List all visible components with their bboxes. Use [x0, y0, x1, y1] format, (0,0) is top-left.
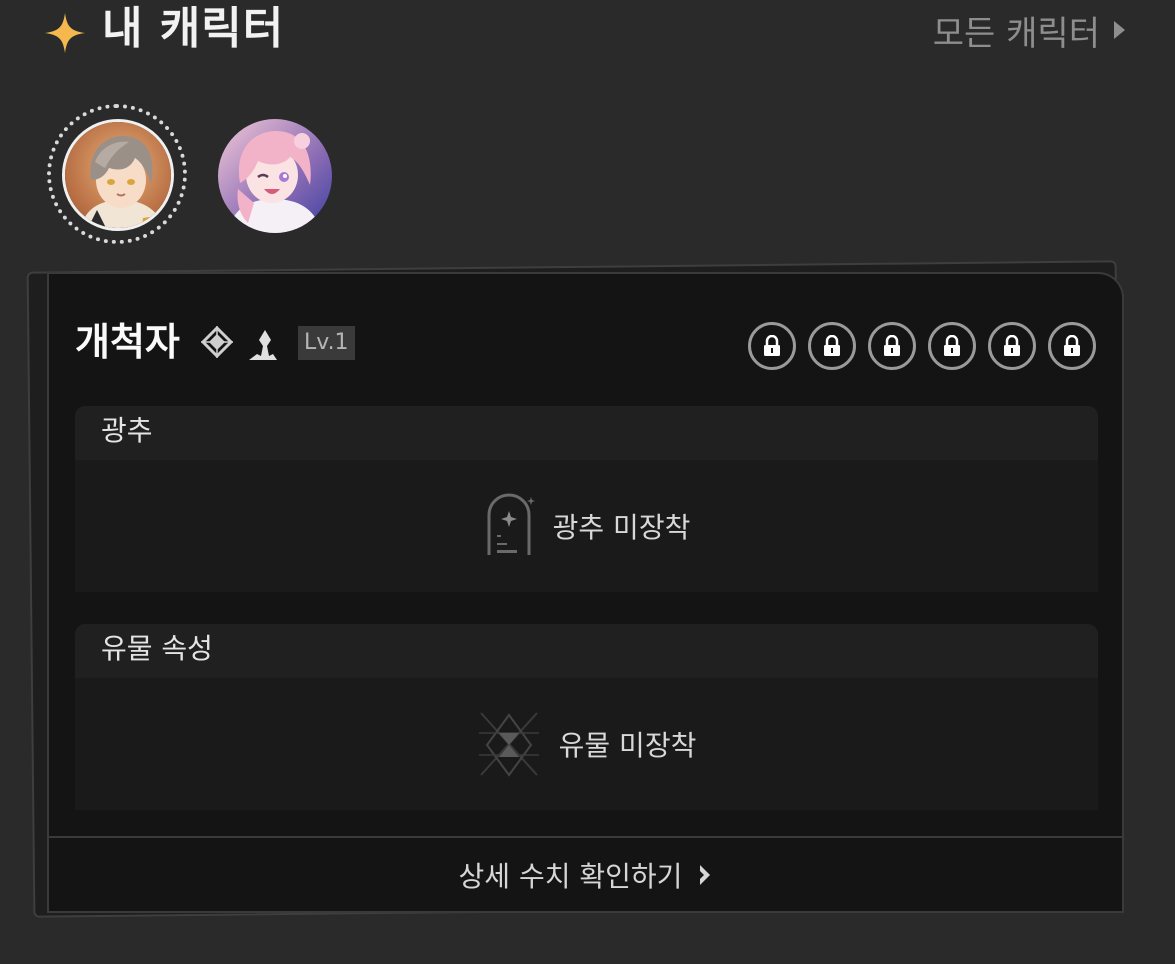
lock-icon: [824, 335, 840, 356]
eidolon-slot-4[interactable]: [928, 322, 976, 370]
light-cone-icon: [487, 493, 535, 555]
lock-icon: [884, 335, 900, 356]
lock-icon: [1064, 335, 1080, 356]
destruction-path-icon: [249, 330, 277, 360]
all-characters-label: 모든 캐릭터: [932, 13, 1100, 54]
light-cone-section: 광추 광추 미장착: [75, 406, 1098, 592]
eidolon-slot-6[interactable]: [1048, 322, 1096, 370]
character-portrait-march: [218, 119, 332, 233]
view-details-button[interactable]: 상세 수치 확인하기: [49, 836, 1122, 911]
relic-empty-slot[interactable]: 유물 미장착: [75, 678, 1098, 810]
physical-element-icon: [200, 325, 234, 359]
lock-icon: [764, 335, 780, 356]
light-cone-title: 광추: [75, 406, 1098, 460]
level-badge: Lv.1: [298, 326, 355, 360]
relic-title: 유물 속성: [75, 624, 1098, 678]
chevron-right-icon: [700, 864, 711, 885]
lock-icon: [944, 335, 960, 356]
character-avatar-1[interactable]: [62, 119, 174, 231]
light-cone-empty-label: 광추 미장착: [552, 511, 691, 544]
view-details-label: 상세 수치 확인하기: [458, 859, 683, 893]
eidolon-slot-3[interactable]: [868, 322, 916, 370]
all-characters-link[interactable]: 모든 캐릭터: [932, 8, 1125, 54]
character-name: 개척자: [75, 320, 180, 364]
header: 내 캐릭터 모든 캐릭터: [0, 0, 1175, 70]
relic-empty-label: 유물 미장착: [558, 729, 697, 762]
eidolon-slot-2[interactable]: [808, 322, 856, 370]
chevron-right-icon: [1114, 21, 1125, 39]
eidolon-slot-1[interactable]: [748, 322, 796, 370]
sparkle-star-icon: [45, 13, 85, 53]
eidolon-slot-5[interactable]: [988, 322, 1036, 370]
character-avatar-2[interactable]: [218, 119, 332, 233]
lock-icon: [1004, 335, 1020, 356]
relic-icon: [478, 712, 539, 777]
page-title: 내 캐릭터: [102, 3, 285, 54]
light-cone-empty-slot[interactable]: 광추 미장착: [75, 460, 1098, 592]
character-card: 개척자 Lv.1 광추 광추 미장착 유물 속성 유물 미장착 상세 수치 확인…: [47, 272, 1124, 913]
relic-section: 유물 속성 유물 미장착: [75, 624, 1098, 810]
element-path-icons: [200, 325, 277, 360]
eidolon-list: [748, 322, 1096, 370]
